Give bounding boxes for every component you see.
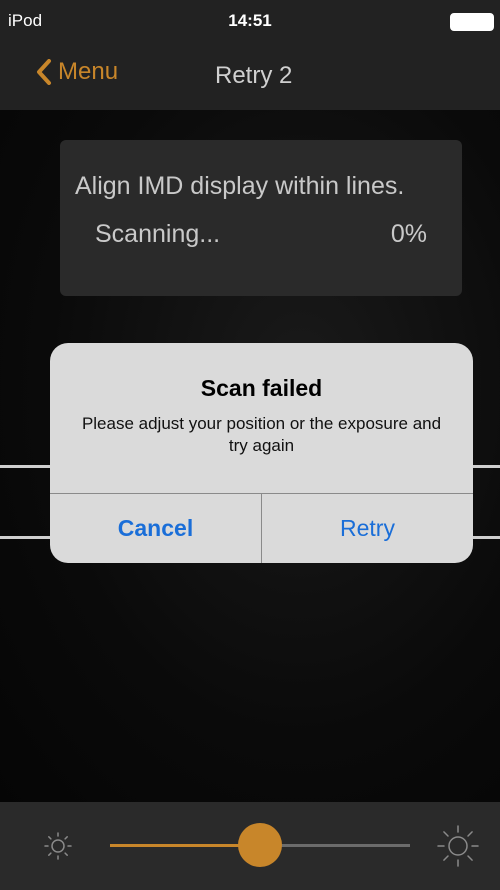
scan-instruction: Align IMD display within lines. bbox=[75, 172, 405, 200]
scan-progress: 0% bbox=[390, 220, 427, 248]
back-button[interactable]: Menu bbox=[36, 58, 118, 86]
scan-info-panel: Align IMD display within lines. Scanning… bbox=[60, 140, 462, 296]
back-button-label: Menu bbox=[58, 58, 119, 85]
sun-dim-icon bbox=[44, 832, 72, 860]
status-bar: iPod 14:51 bbox=[0, 0, 500, 40]
scan-status: Scanning... bbox=[95, 220, 221, 248]
alert-title: Scan failed bbox=[200, 375, 323, 401]
status-time: 14:51 bbox=[228, 11, 272, 30]
sun-bright-icon bbox=[437, 825, 479, 867]
retry-button[interactable]: Retry bbox=[262, 494, 473, 563]
scan-failed-alert: Scan failed Please adjust your position … bbox=[50, 343, 473, 563]
exposure-slider-thumb[interactable] bbox=[238, 823, 282, 867]
navigation-bar: Menu Retry 2 bbox=[0, 40, 500, 110]
chevron-left-icon bbox=[37, 59, 51, 85]
page-title: Retry 2 bbox=[215, 62, 293, 89]
cancel-button[interactable]: Cancel bbox=[50, 494, 261, 563]
battery-icon bbox=[450, 13, 494, 31]
exposure-control-bar bbox=[0, 802, 500, 890]
alert-message: Please adjust your position or the expos… bbox=[81, 414, 442, 455]
